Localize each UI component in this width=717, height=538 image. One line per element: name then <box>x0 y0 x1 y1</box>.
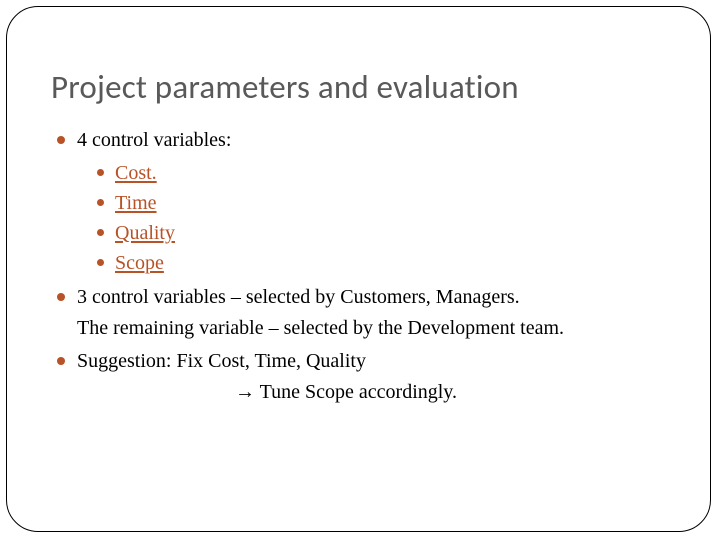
bullet-3-vars: 3 control variables – selected by Custom… <box>57 282 672 344</box>
sub-time: Time <box>97 188 672 218</box>
bullet-suggestion-tune: Tune Scope accordingly. <box>255 381 457 403</box>
sub-scope-text: Scope <box>115 252 164 274</box>
bullet-4-vars-text: 4 control variables: <box>77 129 231 151</box>
sub-list-vars: Cost. Time Quality Scope <box>77 158 672 278</box>
slide-frame: Project parameters and evaluation 4 cont… <box>6 6 711 532</box>
sub-scope: Scope <box>97 248 672 278</box>
bullet-suggestion-line1: Suggestion: Fix Cost, Time, Quality <box>77 350 366 372</box>
bullet-4-vars: 4 control variables: Cost. Time Quality … <box>57 125 672 278</box>
bullet-3-vars-line1: 3 control variables – selected by Custom… <box>77 286 520 308</box>
slide-title: Project parameters and evaluation <box>51 67 672 107</box>
sub-cost-text: Cost. <box>115 162 157 184</box>
bullet-suggestion-line2: → Tune Scope accordingly. <box>77 377 672 408</box>
content-list: 4 control variables: Cost. Time Quality … <box>45 125 672 408</box>
sub-quality: Quality <box>97 218 672 248</box>
arrow-icon: → <box>235 381 255 403</box>
sub-time-text: Time <box>115 192 157 214</box>
bullet-suggestion: Suggestion: Fix Cost, Time, Quality → Tu… <box>57 346 672 408</box>
bullet-3-vars-line2: The remaining variable – selected by the… <box>77 313 672 344</box>
sub-quality-text: Quality <box>115 222 175 244</box>
sub-cost: Cost. <box>97 158 672 188</box>
